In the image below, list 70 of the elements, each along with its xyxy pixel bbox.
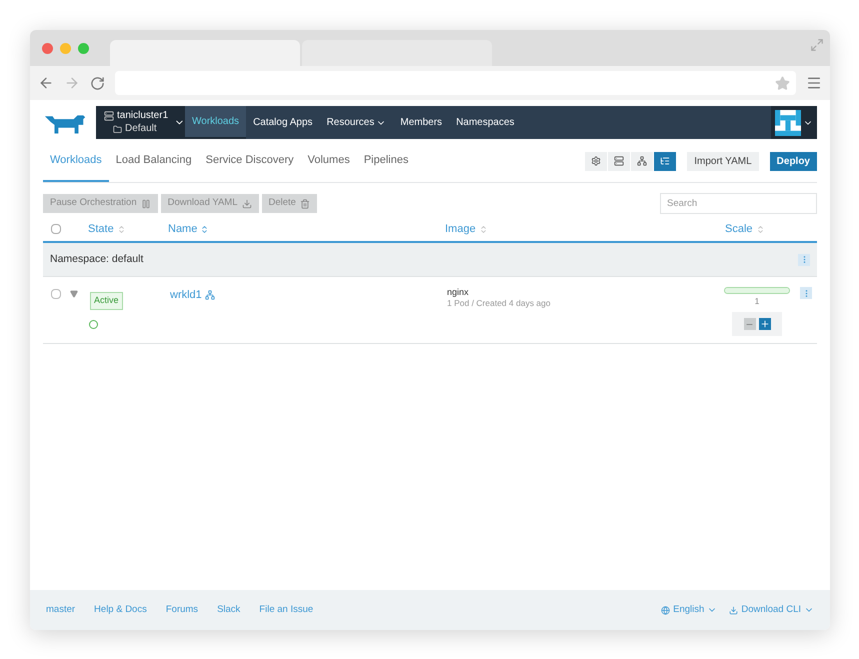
download-icon — [242, 198, 252, 208]
sort-icon — [116, 224, 126, 234]
more-options-button[interactable] — [798, 254, 810, 266]
image-name: nginx — [447, 287, 470, 298]
download-icon — [729, 606, 738, 614]
sort-icon — [756, 224, 765, 234]
globe-icon — [661, 606, 670, 614]
download-cli-menu[interactable]: Download CLI — [729, 602, 814, 618]
avatar-icon — [775, 110, 801, 136]
workload-link[interactable]: wrkld1 — [170, 287, 202, 304]
state-badge: Active — [90, 292, 123, 310]
footer-link[interactable]: Forums — [166, 602, 198, 618]
nodes-icon — [204, 290, 215, 300]
tab[interactable]: Service Discovery — [198, 140, 301, 182]
view-toggle-button[interactable] — [585, 152, 608, 170]
tab[interactable]: Volumes — [300, 140, 357, 182]
import-yaml-button[interactable]: Import YAML — [687, 152, 759, 170]
footer-link[interactable]: Slack — [217, 602, 240, 618]
column-header[interactable]: Name — [168, 220, 445, 238]
language-menu[interactable]: English — [661, 602, 718, 618]
tab[interactable]: Load Balancing — [108, 140, 199, 182]
tab[interactable]: Workloads — [43, 140, 109, 182]
forward-icon[interactable] — [64, 75, 80, 91]
nav-item[interactable]: Resources — [320, 106, 394, 139]
footer-link[interactable]: master — [46, 602, 76, 618]
folder-icon — [113, 124, 122, 134]
column-header[interactable]: Scale — [725, 220, 765, 238]
search-field[interactable]: Search — [660, 193, 817, 214]
group-title: Namespace: default — [50, 252, 144, 267]
network-icon — [637, 156, 648, 166]
star-icon[interactable] — [775, 76, 790, 90]
more-options-button[interactable] — [800, 287, 812, 299]
trash-icon — [300, 198, 310, 208]
view-toggle-button[interactable] — [654, 152, 676, 170]
cluster-switcher[interactable]: tanicluster1 Default — [96, 106, 185, 139]
pod-detail: 1 Pod / Created 4 days ago — [447, 298, 552, 309]
column-header[interactable]: State — [88, 220, 168, 238]
gear-icon — [591, 156, 602, 166]
decrease-button[interactable] — [744, 318, 756, 330]
view-toggle-button[interactable] — [631, 152, 654, 170]
scale-count: 1 — [754, 295, 760, 308]
cluster-icon — [104, 111, 114, 121]
back-icon[interactable] — [38, 75, 54, 91]
nav-item[interactable]: Workloads — [185, 106, 246, 139]
footer-link[interactable]: File an Issue — [259, 602, 314, 618]
server-icon — [614, 156, 624, 166]
nav-item[interactable]: Catalog Apps — [246, 106, 320, 139]
footer-link[interactable]: Help & Docs — [94, 602, 147, 618]
expand-icon[interactable] — [810, 38, 824, 52]
address-field[interactable] — [115, 71, 796, 95]
menu-icon[interactable] — [806, 75, 822, 91]
reload-icon[interactable] — [90, 76, 105, 90]
nav-item[interactable]: Members — [393, 106, 450, 139]
nav-item[interactable]: Namespaces — [449, 106, 522, 139]
plus-icon — [760, 319, 770, 329]
cluster-name: tanicluster1 — [117, 111, 168, 121]
row-checkbox[interactable] — [51, 289, 61, 299]
select-all-checkbox[interactable] — [51, 224, 61, 234]
deploy-button[interactable]: Deploy — [770, 152, 817, 170]
tab[interactable]: Pipelines — [356, 140, 416, 182]
view-toggle-button[interactable] — [608, 152, 630, 170]
increase-button[interactable] — [758, 318, 770, 330]
sort-icon — [478, 224, 488, 234]
list-tree-icon — [660, 156, 670, 166]
pause-icon — [140, 198, 151, 208]
sort-icon — [200, 224, 210, 234]
user-menu[interactable] — [771, 106, 817, 139]
expand-arrow-icon[interactable] — [70, 290, 78, 298]
column-header[interactable]: Image — [445, 220, 725, 238]
project-name: Default — [125, 124, 157, 134]
